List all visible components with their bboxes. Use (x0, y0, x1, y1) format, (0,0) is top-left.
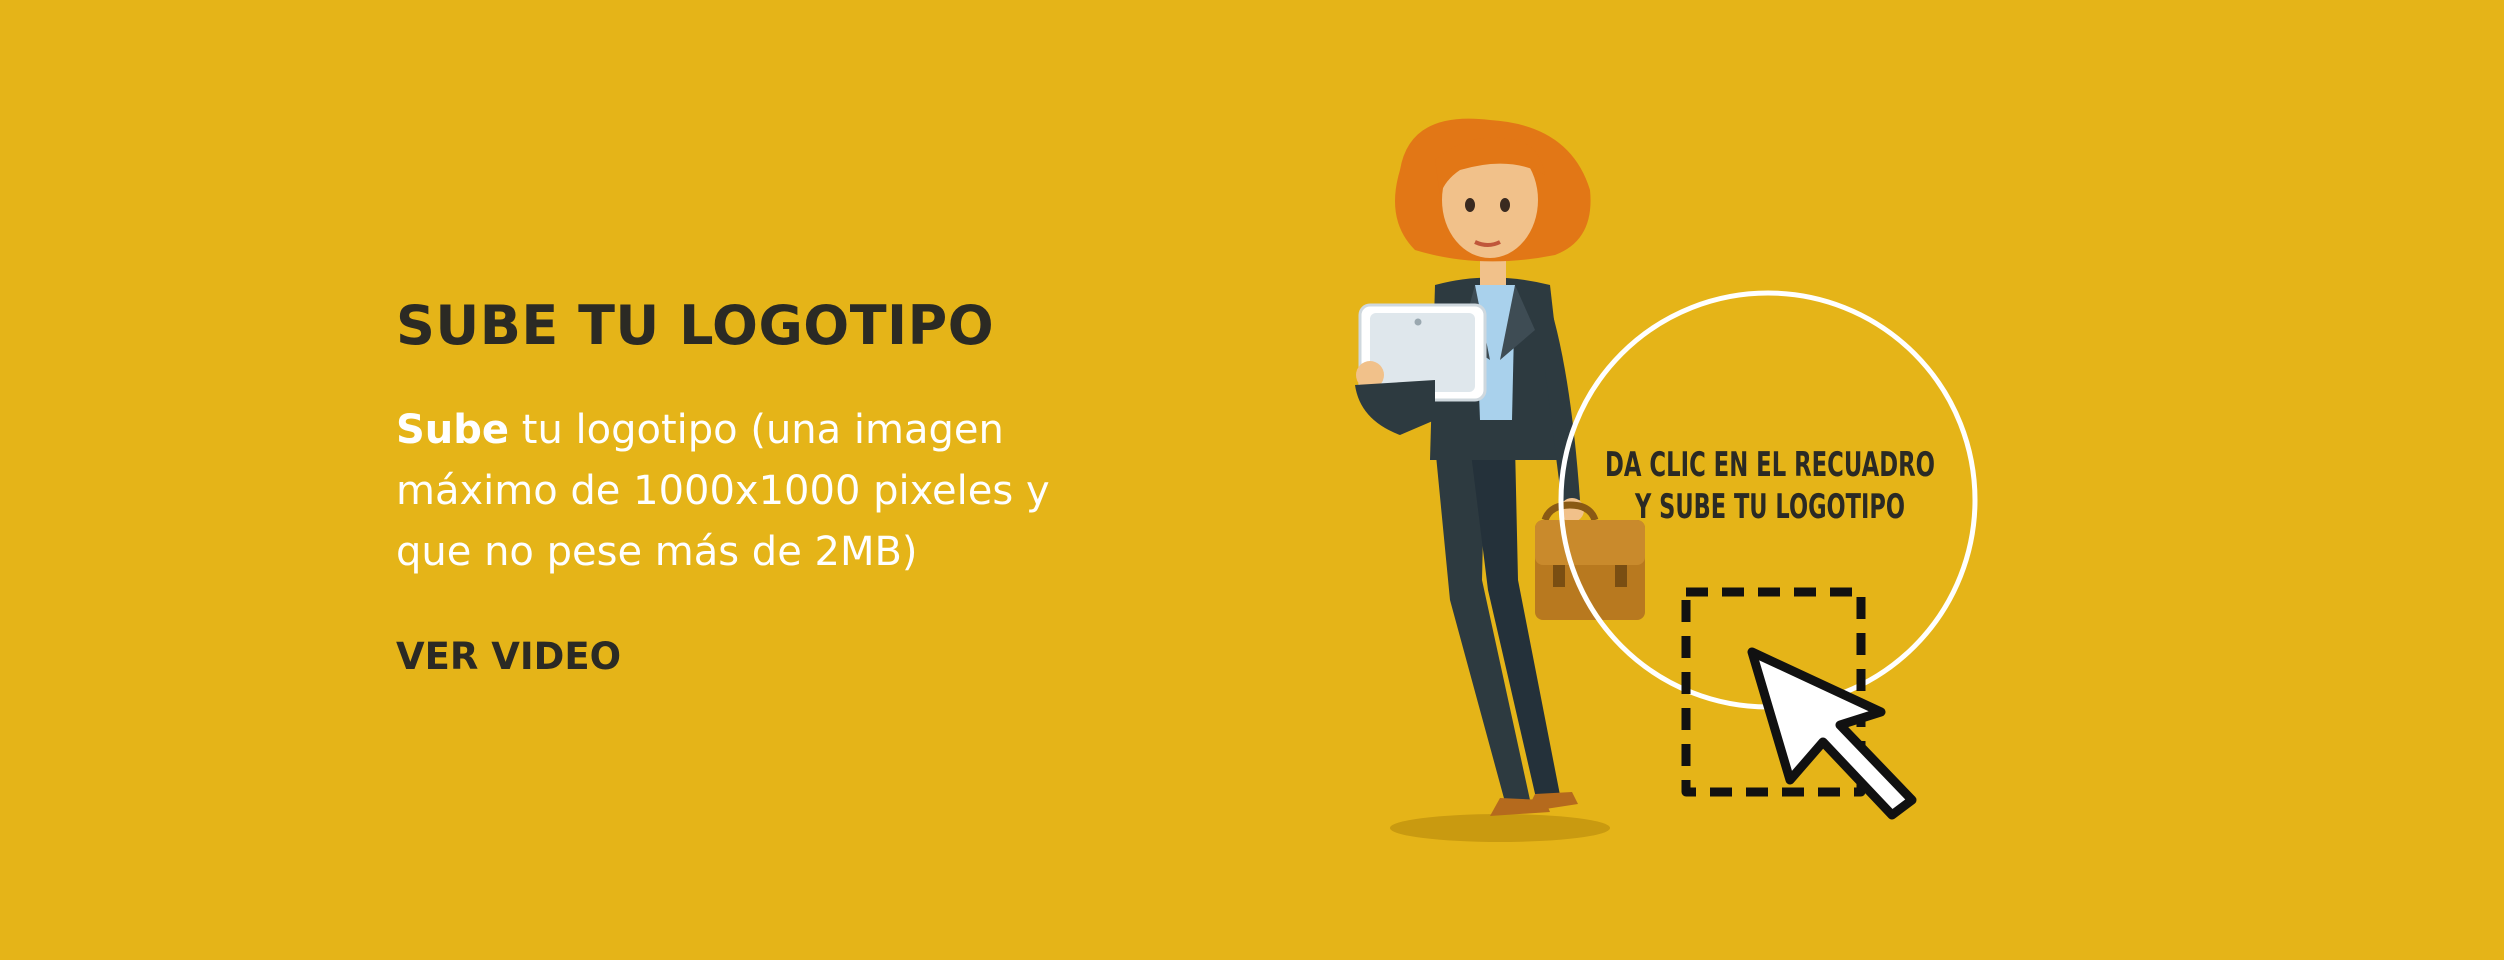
view-video-link[interactable]: VER VIDEO (396, 635, 621, 678)
ground-shadow (1390, 814, 1610, 842)
page-title: SUBE TU LOGOTIPO (396, 294, 995, 357)
instruction-line-1: DA CLIC EN EL RECUADRO (1605, 445, 1935, 485)
woman-illustration (1355, 118, 1645, 816)
instruction-line-2: Y SUBE TU LOGOTIPO (1634, 487, 1905, 527)
illustration-svg: DA CLIC EN EL RECUADRO Y SUBE TU LOGOTIP… (1355, 118, 1978, 842)
description-bold: Sube (396, 407, 510, 453)
hero-text-block: SUBE TU LOGOTIPO Sube tu logotipo (una i… (396, 290, 1116, 678)
upload-description: Sube tu logotipo (una imagen máximo de 1… (396, 400, 1096, 583)
upload-illustration: DA CLIC EN EL RECUADRO Y SUBE TU LOGOTIP… (1340, 100, 2000, 860)
